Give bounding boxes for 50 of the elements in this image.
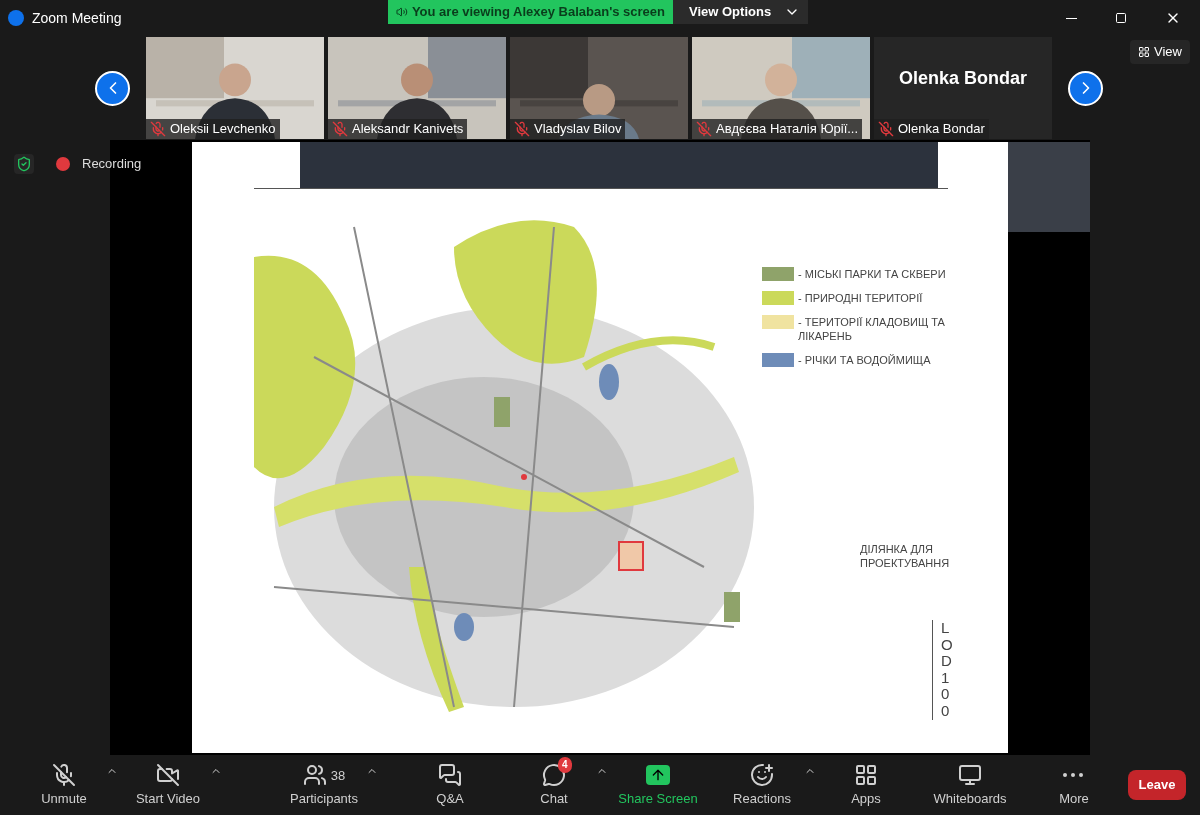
share-banner-text: You are viewing Alexey Balaban's screen — [411, 3, 665, 22]
participant-name: Oleksii Levchenko — [170, 120, 276, 139]
encryption-shield-icon — [14, 154, 34, 174]
video-tile[interactable]: Vladyslav Bilov — [510, 37, 688, 139]
share-screen-icon — [646, 765, 670, 786]
chat-badge: 4 — [558, 757, 572, 774]
speech-bubbles-icon — [438, 763, 462, 788]
leave-button[interactable]: Leave — [1128, 770, 1186, 800]
toolbar-button[interactable]: Q&A — [408, 761, 492, 809]
site-label: ДІЛЯНКА ДЛЯ ПРОЕКТУВАННЯ — [860, 542, 951, 570]
toolbar-button[interactable]: Reactions — [720, 761, 804, 809]
apps-icon — [854, 763, 878, 788]
view-button[interactable]: View — [1130, 40, 1190, 64]
minimize-icon — [1065, 17, 1077, 19]
legend-label: - РІЧКИ ТА ВОДОЙМИЩА — [798, 353, 932, 367]
lod-label: LOD100 — [941, 620, 954, 720]
toolbar-button[interactable]: Unmute — [22, 761, 106, 809]
legend-label: - ТЕРИТОРІЇ КЛАДОВИЩ ТА ЛІКАРЕНЬ — [798, 315, 946, 343]
participant-display-name: Olenka Bondar — [899, 66, 1027, 90]
toolbar-button[interactable]: More — [1032, 761, 1116, 809]
previous-page-button[interactable] — [95, 70, 130, 106]
toolbar-button[interactable]: Whiteboards — [928, 761, 1012, 809]
smiley-icon — [750, 763, 774, 788]
video-tile[interactable]: Oleksii Levchenko — [146, 37, 324, 139]
legend-label: - МІСЬКІ ПАРКИ ТА СКВЕРИ — [798, 267, 947, 281]
participant-name: Авдєєва Наталія Юрії... — [716, 120, 859, 139]
video-tile[interactable]: Aleksandr Kanivets — [328, 37, 506, 139]
participant-name: Vladyslav Bilov — [534, 120, 622, 139]
more-icon — [1063, 773, 1085, 778]
next-page-button[interactable] — [1068, 70, 1103, 106]
whiteboard-icon — [958, 763, 982, 788]
video-tile[interactable]: Olenka Bondar Olenka Bondar — [874, 37, 1052, 139]
toolbar-button[interactable]: 38 Participants — [282, 761, 366, 809]
window-title: Zoom Meeting — [32, 8, 122, 28]
participant-name: Aleksandr Kanivets — [352, 120, 464, 139]
maximize-icon — [1115, 12, 1127, 24]
app-logo-icon — [8, 10, 24, 26]
video-tile[interactable]: Авдєєва Наталія Юрії... — [692, 37, 870, 139]
view-options-button[interactable]: View Options — [673, 0, 808, 24]
grid-icon — [1138, 46, 1151, 58]
mic-off-icon — [52, 763, 76, 788]
toolbar-button[interactable]: Apps — [824, 761, 908, 809]
video-off-icon — [156, 763, 180, 788]
speaker-icon — [396, 4, 408, 20]
people-icon — [302, 763, 327, 788]
toolbar-button[interactable]: Start Video — [126, 761, 210, 809]
toolbar-button[interactable]: Share Screen — [616, 761, 700, 809]
participant-name: Olenka Bondar — [898, 120, 985, 139]
recording-label: Recording — [82, 155, 142, 174]
legend-label: - ПРИРОДНІ ТЕРИТОРІЇ — [798, 291, 924, 305]
